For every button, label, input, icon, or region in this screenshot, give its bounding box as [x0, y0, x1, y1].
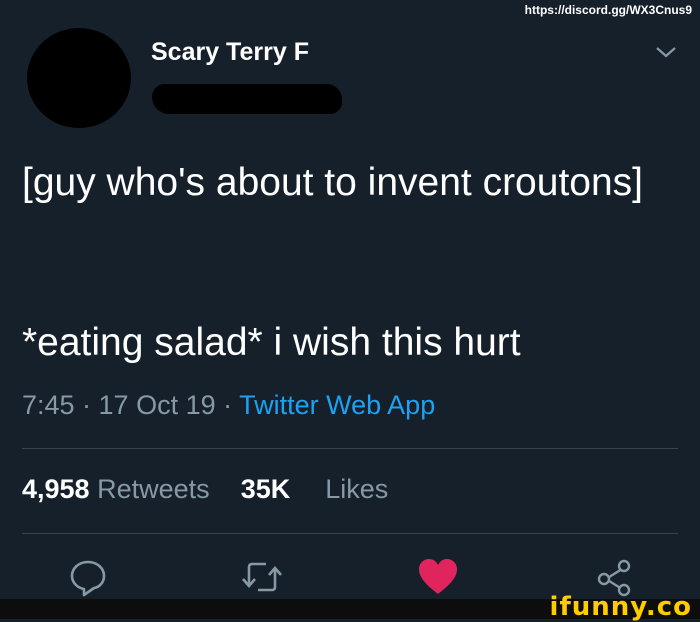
reply-button[interactable]	[66, 555, 110, 599]
heart-icon	[419, 559, 457, 594]
tweet-text: [guy who's about to invent croutons] *ea…	[22, 160, 662, 364]
tweet-stats: 4,958 Retweets 35K Likes	[22, 474, 388, 505]
handle-redaction	[152, 84, 342, 114]
tweet-time[interactable]: 7:45 · 17 Oct 19 ·	[22, 390, 239, 420]
chevron-down-icon[interactable]	[654, 44, 678, 60]
retweets-label[interactable]: Retweets	[97, 474, 210, 504]
tweet-text-line1: [guy who's about to invent croutons]	[22, 161, 643, 204]
tweet-source-link[interactable]: Twitter Web App	[239, 390, 435, 420]
likes-count[interactable]: 35K	[241, 474, 291, 504]
avatar[interactable]	[27, 28, 131, 128]
retweets-count[interactable]: 4,958	[22, 474, 90, 504]
tweet-text-line2: *eating salad* i wish this hurt	[22, 321, 521, 364]
reply-icon	[70, 560, 106, 597]
likes-label[interactable]: Likes	[325, 474, 388, 504]
ifunny-watermark: ifunny.co	[549, 592, 692, 622]
watermark-url: https://discord.gg/WX3Cnus9	[524, 3, 692, 17]
tweet-meta: 7:45 · 17 Oct 19 · Twitter Web App	[22, 390, 435, 421]
divider	[22, 533, 678, 534]
retweet-icon	[242, 562, 282, 592]
like-button[interactable]	[416, 555, 460, 599]
share-icon	[597, 559, 631, 597]
display-name[interactable]: Scary Terry F	[151, 38, 309, 67]
retweet-button[interactable]	[240, 555, 284, 599]
divider	[22, 448, 678, 449]
